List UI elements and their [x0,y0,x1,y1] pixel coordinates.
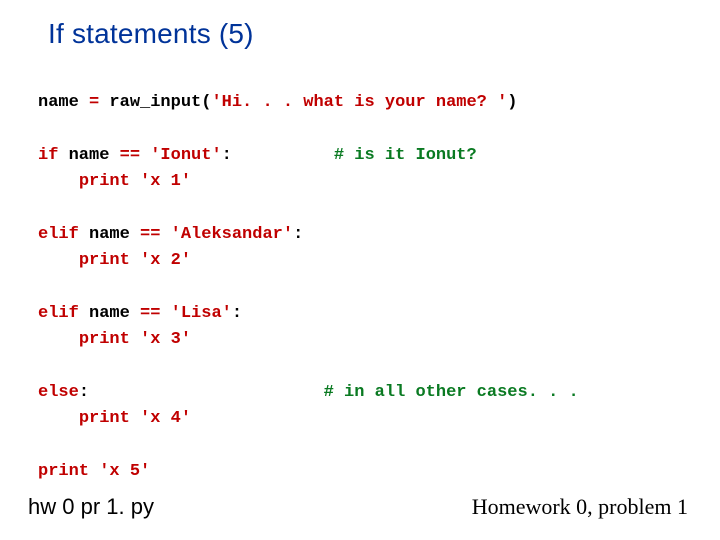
string-literal: 'x 4' [140,409,191,428]
keyword-print: print [79,172,130,191]
string-literal: 'x 5' [99,462,150,481]
code-text: name [79,304,140,323]
keyword-elif: elif [38,304,79,323]
comment: # is it Ionut? [334,146,477,165]
keyword-print: print [38,462,89,481]
code-text [130,172,140,191]
code-text: name [79,225,140,244]
operator: == [120,146,140,165]
indent [38,330,79,349]
code-text [130,409,140,428]
code-text [140,146,150,165]
comment: # in all other cases. . . [324,383,579,402]
string-literal: 'x 3' [140,330,191,349]
operator: == [140,304,160,323]
operator: == [140,225,160,244]
code-text: : [79,383,324,402]
string-literal: 'Ionut' [150,146,221,165]
code-text [160,304,170,323]
indent [38,172,79,191]
code-text: raw_input( [99,93,211,112]
code-text [89,462,99,481]
keyword-elif: elif [38,225,79,244]
footer-text: Homework 0, problem 1 [472,494,688,520]
string-literal: 'Aleksandar' [171,225,293,244]
filename-label: hw 0 pr 1. py [28,494,154,520]
string-literal: 'Lisa' [171,304,232,323]
string-literal: 'x 1' [140,172,191,191]
slide: If statements (5) name = raw_input('Hi. … [0,0,720,540]
code-text: : [293,225,303,244]
code-text: : [222,146,334,165]
keyword-print: print [79,409,130,428]
code-text: name [38,93,89,112]
keyword-print: print [79,251,130,270]
slide-title: If statements (5) [48,18,254,50]
code-text [130,251,140,270]
keyword-print: print [79,330,130,349]
indent [38,251,79,270]
operator: = [89,93,99,112]
code-text [130,330,140,349]
code-text: ) [507,93,517,112]
keyword-if: if [38,146,58,165]
code-text [160,225,170,244]
code-text: name [58,146,119,165]
string-literal: 'x 2' [140,251,191,270]
string-literal: 'Hi. . . what is your name? ' [211,93,507,112]
code-text: : [232,304,242,323]
code-block: name = raw_input('Hi. . . what is your n… [38,90,579,485]
indent [38,409,79,428]
keyword-else: else [38,383,79,402]
